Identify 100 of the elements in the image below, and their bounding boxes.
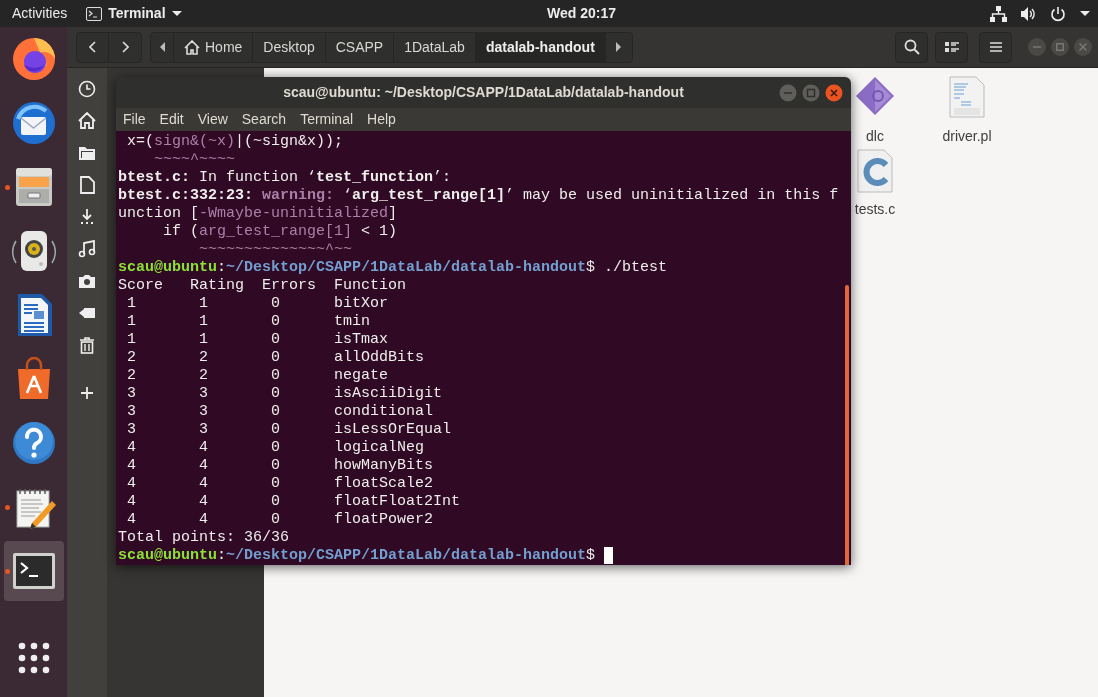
table-cell: 0 (271, 349, 280, 367)
close-icon (1079, 43, 1087, 51)
clock-icon[interactable] (78, 80, 96, 98)
trash-icon[interactable] (78, 336, 96, 354)
app-menu[interactable]: Terminal (86, 3, 182, 24)
c-file-icon[interactable] (855, 149, 895, 193)
table-cell: 3 (127, 421, 136, 439)
terminal-line: ~~~~^~~~~ (153, 151, 236, 169)
table-cell: 0 (271, 367, 280, 385)
table-cell: 0 (271, 295, 280, 313)
file-icon[interactable] (78, 176, 96, 194)
table-cell: negate (334, 367, 388, 385)
power-icon[interactable] (1050, 5, 1066, 22)
column-header: Rating (190, 277, 244, 295)
table-cell: 4 (199, 439, 208, 457)
app-menu-label[interactable]: Terminal (108, 3, 166, 24)
path-button[interactable]: Home (174, 32, 254, 62)
terminal-line: if (arg_test_range[1] < 1) (162, 223, 398, 241)
scrollbar[interactable] (845, 285, 849, 565)
forward-icon (121, 41, 129, 53)
table-cell: 4 (199, 493, 208, 511)
file-name[interactable]: tests.c (854, 199, 896, 220)
table-cell: 0 (271, 439, 280, 457)
table-cell: isAsciiDigit (334, 385, 443, 403)
clock[interactable]: Wed 20:17 (547, 3, 616, 24)
caret-icon (171, 11, 182, 16)
table-cell: floatPower2 (334, 511, 434, 529)
table-cell: 3 (199, 385, 208, 403)
terminal-line: btest.c:332:23: warning: ‘arg_test_range[1]’ may be used uninitialized in this f (118, 187, 839, 205)
menu-item[interactable]: Search (241, 109, 287, 130)
folder-icon[interactable] (78, 144, 96, 162)
right-arrow-icon (616, 42, 622, 52)
table-cell: 4 (199, 511, 208, 529)
view-button[interactable] (935, 31, 968, 63)
table-cell: tmin (334, 313, 370, 331)
file-name[interactable]: driver.pl (942, 126, 992, 147)
home-icon (184, 39, 200, 55)
table-cell: 4 (127, 475, 136, 493)
menu-item[interactable]: Terminal (300, 109, 354, 130)
table-cell: 0 (271, 493, 280, 511)
table-cell: 4 (127, 493, 136, 511)
left-arrow-icon (159, 42, 165, 52)
path-button[interactable]: Desktop (253, 32, 326, 62)
home-icon[interactable] (78, 112, 96, 130)
maximize-icon (1056, 43, 1064, 51)
table-cell: 2 (127, 349, 136, 367)
column-header: Errors (262, 277, 316, 295)
activities-button[interactable]: Activities (12, 3, 68, 24)
table-cell: 3 (127, 385, 136, 403)
table-cell: bitXor (334, 295, 388, 313)
column-header: Function (334, 277, 406, 295)
dock-item[interactable] (3, 541, 64, 601)
file-name[interactable]: dlc (866, 126, 884, 147)
table-cell: 2 (127, 367, 136, 385)
network-icon[interactable] (990, 5, 1007, 22)
path-button[interactable]: datalab-handout (475, 32, 606, 62)
download-icon[interactable] (78, 208, 96, 226)
table-cell: 1 (127, 313, 136, 331)
table-cell: 0 (271, 475, 280, 493)
close-button[interactable] (1074, 38, 1092, 56)
back-icon (88, 41, 97, 53)
caret-icon[interactable] (1080, 11, 1090, 16)
terminal-line: btest.c: In function ‘test_function’: (118, 169, 452, 187)
table-cell: 4 (199, 457, 208, 475)
plus-icon[interactable] (78, 384, 96, 402)
volume-icon[interactable] (1021, 5, 1036, 22)
app-grid-icon[interactable] (17, 642, 50, 674)
menu-button[interactable] (979, 31, 1012, 63)
menu-item[interactable]: View (197, 109, 228, 130)
menu-item[interactable]: Edit (159, 109, 184, 130)
table-cell: 1 (127, 331, 136, 349)
terminal-line: x=(sign&(~x)|(~sign&x)); (126, 133, 344, 151)
camera-icon[interactable] (78, 272, 96, 290)
music-icon[interactable] (78, 240, 96, 258)
table-cell: 1 (199, 331, 208, 349)
path-button-label[interactable]: Home (205, 36, 243, 58)
menu-icon (987, 39, 1004, 55)
table-cell: 3 (199, 421, 208, 439)
table-cell: 0 (271, 313, 280, 331)
path-button[interactable]: 1DataLab (394, 32, 476, 62)
search-button[interactable] (895, 31, 928, 63)
column-header: Score (118, 277, 163, 295)
maximize-button[interactable] (1051, 38, 1069, 56)
terminal-line: scau@ubuntu:~/Desktop/CSAPP/1DataLab/datalab-handout$ (118, 547, 597, 565)
table-cell: 2 (199, 349, 208, 367)
table-cell: conditional (334, 403, 434, 421)
path-button[interactable]: CSAPP (325, 32, 395, 62)
table-cell: isTmax (334, 331, 388, 349)
menu-item[interactable]: Help (367, 109, 396, 130)
close-button[interactable] (825, 83, 843, 102)
table-cell: floatScale2 (334, 475, 434, 493)
table-cell: 4 (127, 511, 136, 529)
table-cell: 4 (199, 475, 208, 493)
table-cell: isLessOrEqual (334, 421, 452, 439)
terminal-icon (86, 6, 103, 21)
table-cell: 0 (271, 457, 280, 475)
table-cell: floatFloat2Int (334, 493, 461, 511)
table-cell: 4 (127, 457, 136, 475)
menu-item[interactable]: File (123, 109, 146, 130)
table-cell: 0 (271, 421, 280, 439)
